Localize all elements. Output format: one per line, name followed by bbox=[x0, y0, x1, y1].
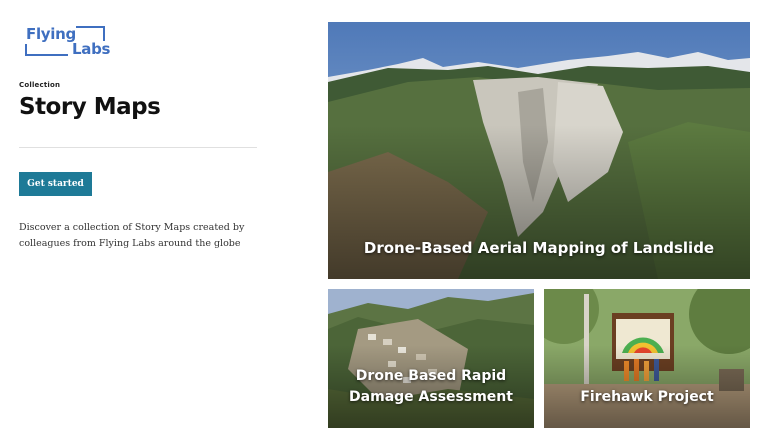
story-card-damage-assessment[interactable]: Drone Based Rapid Damage Assessment bbox=[328, 289, 534, 428]
card-title: Drone-Based Aerial Mapping of Landslide bbox=[363, 239, 715, 257]
get-started-button[interactable]: Get started bbox=[19, 172, 92, 196]
story-card-landslide[interactable]: Drone-Based Aerial Mapping of Landslide bbox=[328, 22, 750, 279]
flying-labs-logo[interactable]: Flying Labs bbox=[24, 24, 111, 58]
card-title: Drone Based Rapid Damage Assessment bbox=[349, 368, 513, 405]
collection-description: Discover a collection of Story Maps crea… bbox=[19, 222, 245, 249]
card-title: Firehawk Project bbox=[580, 389, 714, 405]
story-card-firehawk[interactable]: Firehawk Project bbox=[544, 289, 750, 428]
collection-eyebrow: Collection bbox=[19, 81, 61, 89]
logo-text-labs: Labs bbox=[72, 40, 111, 58]
divider bbox=[19, 147, 257, 148]
logo-text-flying: Flying bbox=[26, 25, 76, 43]
page-title: Story Maps bbox=[19, 94, 161, 120]
